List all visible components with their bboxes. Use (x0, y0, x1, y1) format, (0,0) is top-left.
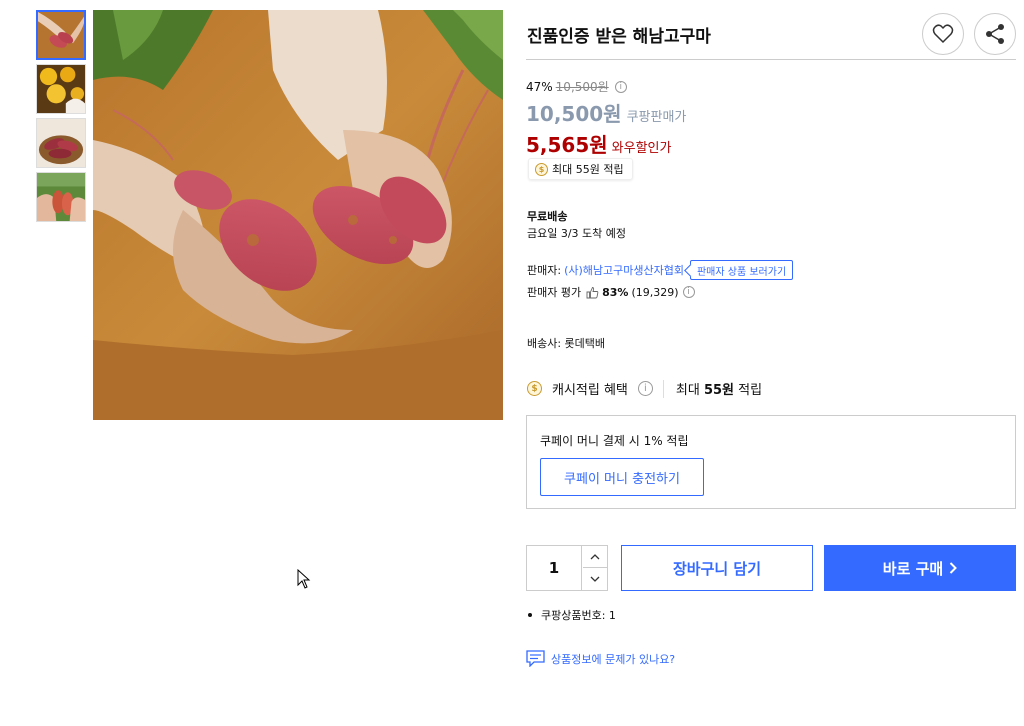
yellow-flowers-thumbnail (37, 65, 85, 113)
reward-chip-text: 최대 55원 적립 (552, 163, 624, 176)
sweet-potatoes-in-hands-image (93, 10, 503, 420)
chevron-down-icon (590, 576, 600, 582)
coupay-charge-button[interactable]: 쿠페이 머니 충전하기 (540, 458, 704, 496)
thumbnail-1[interactable] (36, 10, 86, 60)
report-link-text: 상품정보에 문제가 있나요? (551, 652, 676, 666)
shipping-title: 무료배송 (527, 210, 568, 223)
heart-icon (932, 24, 954, 44)
product-number: 쿠팡상품번호: 1 (527, 607, 616, 623)
thumbnail-3[interactable] (36, 118, 86, 168)
coin-icon: $ (535, 162, 548, 176)
sale-price-row: 10,500원 쿠팡판매가 (526, 98, 686, 127)
wow-price-label: 와우할인가 (611, 141, 672, 156)
product-number-text: 쿠팡상품번호: 1 (541, 609, 616, 622)
quantity-stepper (526, 545, 608, 591)
buy-now-label: 바로 구매 (882, 559, 944, 578)
coupay-text: 쿠페이 머니 결제 시 1% 적립 (540, 434, 689, 448)
thumbs-up-icon (586, 286, 599, 298)
quantity-input[interactable] (527, 546, 582, 590)
sweet-potatoes-field-thumbnail (37, 173, 85, 221)
seller-row: 판매자: (사)해남고구마생산자협회 판매자 상품 보러가기 (527, 260, 794, 280)
cash-value-suffix: 적립 (738, 383, 763, 398)
cash-benefit-label: 캐시적립 혜택 (552, 383, 628, 398)
chevron-up-icon (590, 553, 600, 559)
thumbnail-4[interactable] (36, 172, 86, 222)
share-icon (986, 24, 1004, 44)
sale-price-label: 쿠팡판매가 (626, 110, 687, 125)
discount-rate: 47% (526, 79, 553, 94)
bullet (528, 613, 532, 617)
coupay-box: 쿠페이 머니 결제 시 1% 적립 쿠페이 머니 충전하기 (526, 415, 1016, 509)
title-row: 진품인증 받은 해남고구마 (526, 10, 1016, 60)
message-icon (526, 650, 545, 667)
seller-rating-label: 판매자 평가 (527, 286, 582, 299)
quantity-down-button[interactable] (583, 568, 607, 590)
seller-rating-row: 판매자 평가 83% (19,329) i (527, 284, 695, 300)
favorite-button[interactable] (922, 13, 964, 55)
seller-rating-count: (19,329) (631, 285, 679, 299)
cash-benefit-value: 최대 55원 적립 (676, 379, 762, 398)
discount-row: 47% 10,500원 i (526, 78, 686, 95)
seller-rating-pct: 83% (602, 285, 629, 299)
sweet-potato-hands-thumbnail (38, 12, 84, 58)
shipping-date: 금요일 3/3 도착 예정 (527, 227, 627, 240)
report-link[interactable]: 상품정보에 문제가 있나요? (526, 650, 675, 667)
reward-chip: $ 최대 55원 적립 (528, 158, 633, 180)
chevron-right-icon (950, 562, 958, 574)
share-button[interactable] (974, 13, 1016, 55)
cash-value-amount: 55원 (703, 383, 735, 398)
quantity-up-button[interactable] (583, 546, 607, 568)
product-info: 진품인증 받은 해남고구마 47% 10,500원 i 10,500원 쿠팡판매… (526, 10, 1016, 667)
cash-value-prefix: 최대 (675, 383, 700, 398)
seller-products-button[interactable]: 판매자 상품 보러가기 (689, 260, 794, 280)
divider (662, 379, 664, 398)
main-product-image[interactable] (93, 10, 503, 420)
thumbnail-list (36, 10, 86, 226)
cash-info-icon[interactable]: i (637, 381, 653, 396)
thumbnail-2[interactable] (36, 64, 86, 114)
sale-price: 10,500원 (526, 102, 622, 126)
price-block: 47% 10,500원 i 10,500원 쿠팡판매가 5,565원 와우할인가 (526, 78, 686, 158)
wow-price: 5,565원 (526, 133, 608, 157)
carrier-text: 배송사: 롯데택배 (527, 337, 606, 350)
sweet-potatoes-basket-thumbnail (37, 119, 85, 167)
original-price: 10,500원 (555, 80, 609, 94)
mouse-cursor-icon (297, 569, 311, 589)
info-icon[interactable]: i (614, 80, 627, 93)
buy-now-button[interactable]: 바로 구매 (824, 545, 1016, 591)
page-title: 진품인증 받은 해남고구마 (527, 27, 711, 47)
rating-info-icon[interactable]: i (682, 286, 695, 298)
seller-label: 판매자: (527, 264, 562, 277)
cash-coin-icon: $ (527, 381, 542, 396)
wow-price-row: 5,565원 와우할인가 (526, 129, 686, 158)
add-to-cart-button[interactable]: 장바구니 담기 (621, 545, 813, 591)
seller-name-link[interactable]: (사)해남고구마생산자협회 (564, 262, 684, 278)
purchase-row: 장바구니 담기 바로 구매 (526, 545, 1016, 591)
cash-benefit-row: $ 캐시적립 혜택 i 최대 55원 적립 (527, 379, 762, 398)
